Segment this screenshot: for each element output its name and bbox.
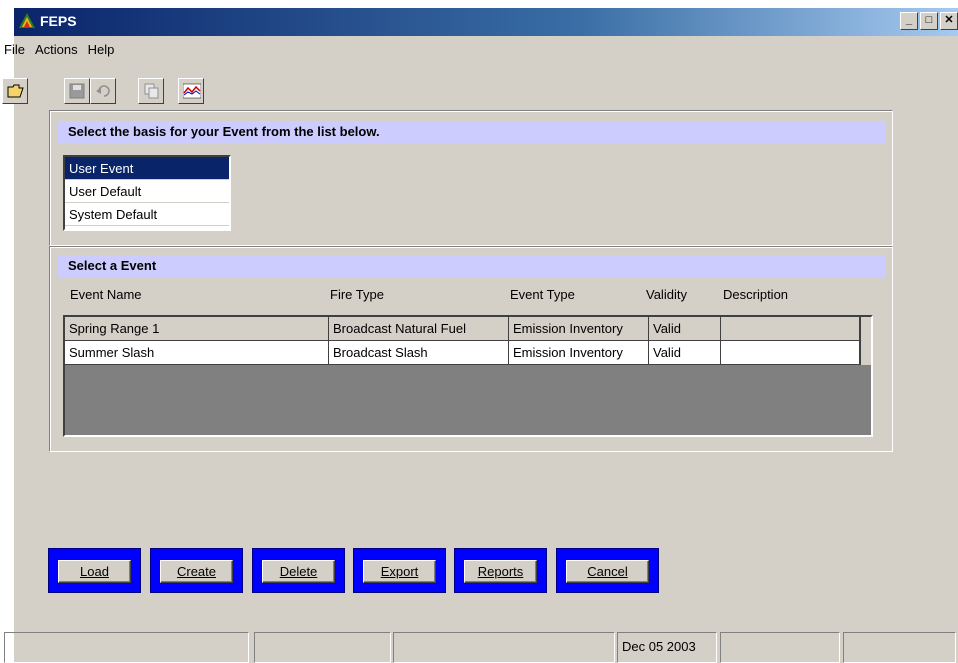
delete-button-label: Delete (279, 564, 318, 579)
col-fire-type[interactable]: Fire Type (330, 287, 384, 302)
save-button[interactable] (64, 78, 90, 104)
create-button-frame: Create (150, 548, 243, 593)
cancel-button-frame: Cancel (556, 548, 659, 593)
col-description[interactable]: Description (723, 287, 788, 302)
cell-description (721, 317, 860, 341)
cell-validity: Valid (649, 341, 721, 365)
maximize-button[interactable]: □ (920, 12, 938, 30)
cancel-button-label: Cancel (587, 564, 628, 579)
basis-item-user-event[interactable]: User Event (65, 157, 229, 180)
menu-bar: File Actions Help (4, 38, 115, 62)
open-folder-icon (7, 84, 24, 98)
status-date: Dec 05 2003 (617, 632, 717, 663)
basis-item-system-default[interactable]: System Default (65, 203, 229, 226)
cell-event-type: Emission Inventory (509, 317, 649, 341)
minimize-button[interactable]: _ (900, 12, 918, 30)
status-cell-1 (4, 632, 249, 663)
feps-window: FEPS _ □ ✕ File Actions Help Select the … (2, 8, 958, 663)
load-button-label: Load (80, 564, 109, 579)
event-grid-header: Event Name Fire Type Event Type Validity… (70, 287, 870, 307)
cell-event-name: Summer Slash (65, 341, 329, 365)
undo-button[interactable] (90, 78, 116, 104)
grid-scrollbar[interactable] (860, 317, 871, 365)
cancel-button[interactable]: Cancel (566, 560, 649, 583)
copy-button[interactable] (138, 78, 164, 104)
window-title: FEPS (40, 13, 77, 29)
action-button-bar: Load Create Delete Export Reports Cancel (48, 548, 688, 594)
col-validity[interactable]: Validity (646, 287, 687, 302)
chart-button[interactable] (178, 78, 204, 104)
menu-help[interactable]: Help (78, 38, 115, 62)
event-grid[interactable]: Spring Range 1 Broadcast Natural Fuel Em… (63, 315, 873, 437)
cell-event-name: Spring Range 1 (65, 317, 329, 341)
export-button-label: Export (380, 564, 419, 579)
basis-panel-header: Select the basis for your Event from the… (58, 121, 886, 143)
cell-description (721, 341, 860, 365)
event-panel-header: Select a Event (58, 255, 886, 277)
event-panel: Select a Event Event Name Fire Type Even… (49, 246, 893, 452)
save-icon (69, 83, 85, 99)
col-event-type[interactable]: Event Type (510, 287, 575, 302)
cell-validity: Valid (649, 317, 721, 341)
load-button-frame: Load (48, 548, 141, 593)
status-cell-2 (254, 632, 391, 663)
close-button[interactable]: ✕ (940, 12, 958, 30)
open-button[interactable] (2, 78, 28, 104)
delete-button-frame: Delete (252, 548, 345, 593)
basis-item-user-default[interactable]: User Default (65, 180, 229, 203)
create-button-label: Create (176, 564, 217, 579)
undo-icon (96, 85, 110, 97)
basis-panel: Select the basis for your Event from the… (49, 110, 893, 246)
create-button[interactable]: Create (160, 560, 233, 583)
status-cell-3 (393, 632, 615, 663)
title-bar[interactable]: FEPS _ □ ✕ (14, 8, 958, 36)
load-button[interactable]: Load (58, 560, 131, 583)
app-logo-icon (19, 13, 35, 28)
col-event-name[interactable]: Event Name (70, 287, 142, 302)
reports-button-label: Reports (477, 564, 524, 579)
basis-listbox[interactable]: User Event User Default System Default (63, 155, 231, 231)
menu-file[interactable]: File (4, 38, 25, 62)
status-bar: Dec 05 2003 (4, 632, 958, 663)
menu-actions[interactable]: Actions (25, 38, 78, 62)
cell-fire-type: Broadcast Natural Fuel (329, 317, 509, 341)
reports-button-frame: Reports (454, 548, 547, 593)
reports-button[interactable]: Reports (464, 560, 537, 583)
export-button[interactable]: Export (363, 560, 436, 583)
table-row[interactable]: Summer Slash Broadcast Slash Emission In… (65, 341, 860, 365)
table-row[interactable]: Spring Range 1 Broadcast Natural Fuel Em… (65, 317, 860, 341)
chart-icon (183, 83, 201, 99)
cell-fire-type: Broadcast Slash (329, 341, 509, 365)
copy-icon (144, 83, 159, 99)
delete-button[interactable]: Delete (262, 560, 335, 583)
status-cell-6 (843, 632, 956, 663)
cell-event-type: Emission Inventory (509, 341, 649, 365)
status-cell-5 (720, 632, 840, 663)
export-button-frame: Export (353, 548, 446, 593)
